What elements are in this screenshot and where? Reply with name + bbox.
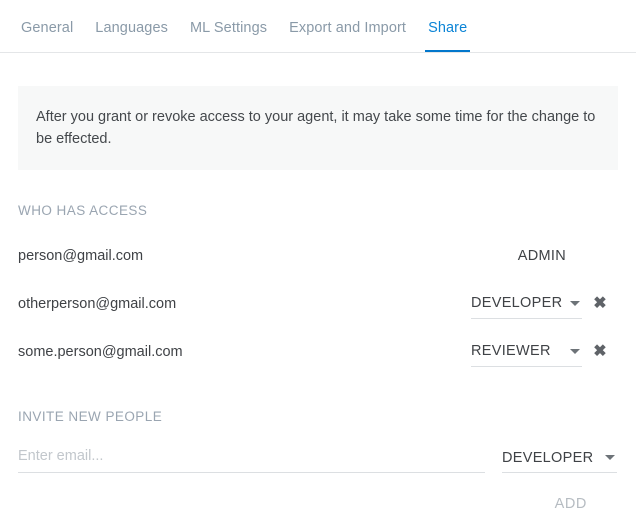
invite-row: DEVELOPER	[18, 439, 618, 473]
tab-general[interactable]: General	[10, 0, 84, 52]
remove-access-button-someperson[interactable]: ✖	[582, 337, 618, 367]
role-select-value: DEVELOPER	[471, 295, 563, 311]
share-panel: After you grant or revoke access to your…	[0, 86, 636, 516]
access-row-controls: ADMIN	[471, 248, 618, 264]
tab-export-and-import[interactable]: Export and Import	[278, 0, 417, 52]
access-row-email: some.person@gmail.com	[18, 343, 183, 360]
add-button[interactable]: ADD	[553, 493, 589, 516]
access-row-email: otherperson@gmail.com	[18, 295, 177, 312]
role-select-otherperson[interactable]: DEVELOPER	[471, 289, 582, 319]
role-select-someperson[interactable]: REVIEWER	[471, 337, 582, 367]
role-label-admin: ADMIN	[517, 247, 566, 264]
chevron-down-icon	[605, 455, 615, 460]
tab-ml-settings[interactable]: ML Settings	[179, 0, 278, 52]
settings-tab-bar: General Languages ML Settings Export and…	[0, 0, 636, 53]
table-row: person@gmail.com ADMIN	[18, 232, 618, 280]
invite-email-input[interactable]	[18, 443, 485, 473]
access-row-controls: DEVELOPER ✖	[471, 289, 618, 319]
invite-role-value: DEVELOPER	[502, 449, 594, 466]
close-icon: ✖	[593, 294, 607, 312]
access-list: person@gmail.com ADMIN otherperson@gmail…	[18, 232, 618, 376]
invite-actions: ADD	[18, 493, 618, 516]
info-notice: After you grant or revoke access to your…	[18, 86, 618, 170]
who-has-access-title: WHO HAS ACCESS	[18, 203, 148, 218]
invite-new-people-title: INVITE NEW PEOPLE	[18, 408, 163, 424]
tab-share[interactable]: Share	[417, 0, 478, 52]
info-notice-text: After you grant or revoke access to your…	[36, 109, 596, 147]
invite-role-select[interactable]: DEVELOPER	[502, 443, 617, 473]
access-row-controls: REVIEWER ✖	[471, 337, 618, 367]
remove-access-button-otherperson[interactable]: ✖	[582, 289, 618, 319]
role-select-value: REVIEWER	[471, 343, 551, 359]
access-row-email: person@gmail.com	[18, 247, 144, 264]
close-icon: ✖	[593, 342, 607, 360]
tab-languages[interactable]: Languages	[84, 0, 179, 52]
chevron-down-icon	[570, 348, 580, 354]
chevron-down-icon	[570, 300, 580, 306]
table-row: some.person@gmail.com REVIEWER ✖	[18, 328, 618, 376]
table-row: otherperson@gmail.com DEVELOPER ✖	[18, 280, 618, 328]
